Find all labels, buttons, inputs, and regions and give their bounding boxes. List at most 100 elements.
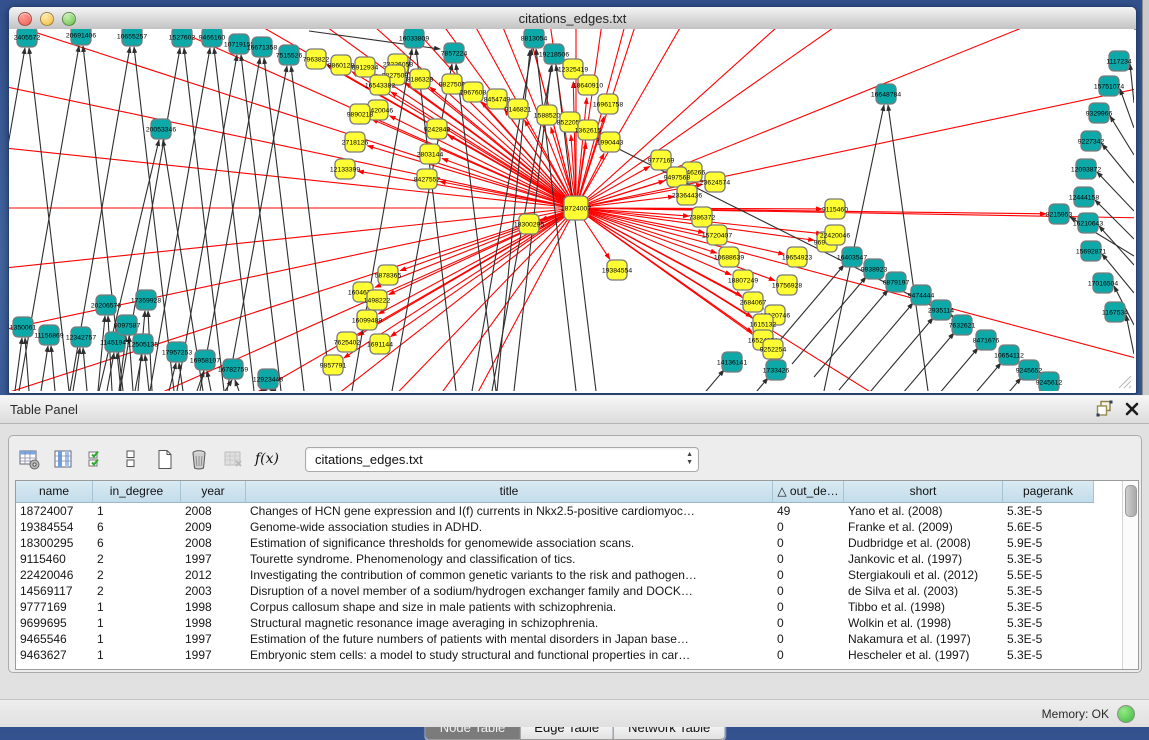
graph-node[interactable]: 1588520	[534, 105, 561, 125]
table-row[interactable]: 2242004622012Investigating the contribut…	[16, 567, 1138, 583]
table-cell[interactable]: Stergiakouli et al. (2012)	[844, 567, 1003, 583]
table-cell[interactable]: Hescheler et al. (1997)	[844, 647, 1003, 663]
table-cell[interactable]: 0	[773, 519, 844, 535]
table-row[interactable]: 977716911998Corpus callosum shape and si…	[16, 599, 1138, 615]
graph-node[interactable]: 8186328	[407, 69, 434, 89]
table-cell[interactable]: Genome-wide association studies in ADHD.	[246, 519, 773, 535]
table-cell[interactable]: 1997	[181, 551, 246, 567]
graph-node[interactable]: 9938923	[861, 259, 888, 279]
graph-node[interactable]: 5878365	[375, 265, 402, 285]
row-height-button[interactable]	[119, 447, 143, 471]
network-canvas[interactable]: 1872400724055722069140610655257152760294…	[9, 29, 1134, 391]
table-cell[interactable]: 0	[773, 535, 844, 551]
graph-node[interactable]: 7632621	[949, 315, 976, 335]
table-cell[interactable]: 5.3E-5	[1003, 647, 1094, 663]
table-cell[interactable]: Estimation of significance thresholds fo…	[246, 535, 773, 551]
table-cell[interactable]: 22420046	[16, 567, 93, 583]
graph-node[interactable]: 17957253	[162, 342, 192, 362]
table-cell[interactable]: 1998	[181, 599, 246, 615]
scrollbar-thumb[interactable]	[1125, 485, 1137, 517]
graph-node[interactable]: 9115460	[822, 199, 848, 219]
graph-node[interactable]: 11156869	[34, 325, 63, 345]
graph-node[interactable]: 2684067	[740, 292, 767, 312]
graph-node[interactable]: 12505135	[128, 334, 158, 354]
table-settings-button[interactable]	[17, 447, 41, 471]
table-cell[interactable]: 2008	[181, 535, 246, 551]
table-cell[interactable]: Estimation of the future numbers of pati…	[246, 631, 773, 647]
graph-node[interactable]: 7963822	[303, 49, 330, 69]
table-cell[interactable]: 18300295	[16, 535, 93, 551]
table-cell[interactable]: 14569117	[16, 583, 93, 599]
table-cell[interactable]: 5.3E-5	[1003, 615, 1094, 631]
graph-node[interactable]: 9890218	[347, 104, 374, 124]
graph-node[interactable]: 17359928	[131, 290, 161, 310]
graph-node[interactable]: 9497568	[664, 167, 691, 187]
table-cell[interactable]: 1998	[181, 615, 246, 631]
column-header[interactable]: year	[181, 481, 246, 502]
graph-node[interactable]: 12342757	[66, 327, 96, 347]
table-cell[interactable]: Yano et al. (2008)	[844, 503, 1003, 519]
graph-node[interactable]: 1167534	[1102, 302, 1128, 322]
delete-table-button[interactable]	[221, 447, 245, 471]
graph-node[interactable]: 10688639	[714, 247, 744, 267]
table-cell[interactable]: 5.9E-5	[1003, 535, 1094, 551]
column-header[interactable]: short	[844, 481, 1003, 502]
table-cell[interactable]: 1997	[181, 631, 246, 647]
table-cell[interactable]: Changes of HCN gene expression and I(f) …	[246, 503, 773, 519]
table-cell[interactable]: 5.6E-5	[1003, 519, 1094, 535]
graph-node[interactable]: 2405572	[14, 29, 41, 47]
table-row[interactable]: 1872400712008Changes of HCN gene express…	[16, 503, 1138, 519]
graph-node[interactable]: 10655257	[117, 29, 147, 46]
graph-node[interactable]: 9245612	[1036, 372, 1063, 391]
graph-node[interactable]: 9097587	[114, 315, 141, 335]
function-builder-button[interactable]: f(x)	[255, 447, 279, 471]
table-cell[interactable]: Nakamura et al. (1997)	[844, 631, 1003, 647]
graph-node[interactable]: 15751074	[1094, 76, 1124, 96]
graph-node[interactable]: 2803144	[417, 144, 444, 164]
table-cell[interactable]: 19384554	[16, 519, 93, 535]
table-cell[interactable]: 2003	[181, 583, 246, 599]
table-row[interactable]: 1938455462009Genome-wide association stu…	[16, 519, 1138, 535]
table-cell[interactable]: 5.3E-5	[1003, 583, 1094, 599]
select-columns-button[interactable]	[85, 447, 109, 471]
close-panel-icon[interactable]	[1125, 402, 1139, 416]
graph-node[interactable]: 19384554	[602, 260, 632, 280]
table-cell[interactable]: 9777169	[16, 599, 93, 615]
graph-node[interactable]: 1498222	[364, 290, 391, 310]
column-header[interactable]: title	[246, 481, 773, 502]
graph-node[interactable]: 16099489	[352, 310, 382, 330]
graph-node[interactable]: 9227342	[1078, 131, 1105, 151]
graph-node[interactable]: 2718126	[342, 132, 369, 152]
graph-node[interactable]: 1350061	[10, 317, 37, 337]
column-header[interactable]: in_degree	[93, 481, 181, 502]
table-cell[interactable]: Investigating the contribution of common…	[246, 567, 773, 583]
graph-node[interactable]: 8860128	[328, 55, 355, 75]
graph-node[interactable]: 9242848	[424, 119, 451, 139]
table-cell[interactable]: 1	[93, 503, 181, 519]
graph-node[interactable]: 9857791	[320, 355, 347, 375]
graph-node[interactable]: 2935114	[928, 300, 954, 320]
table-cell[interactable]: 0	[773, 551, 844, 567]
graph-node[interactable]: 16671358	[247, 37, 277, 57]
graph-node[interactable]: 7625402	[334, 332, 361, 352]
graph-node[interactable]: 9827508	[439, 74, 466, 94]
graph-node[interactable]: 1117234	[1106, 51, 1132, 71]
graph-node[interactable]: 15692871	[1076, 241, 1106, 261]
delete-rows-button[interactable]	[187, 447, 211, 471]
table-cell[interactable]: Dudbridge et al. (2008)	[844, 535, 1003, 551]
table-cell[interactable]: 1	[93, 599, 181, 615]
table-cell[interactable]: 0	[773, 631, 844, 647]
table-cell[interactable]: 18724007	[16, 503, 93, 519]
graph-node[interactable]: 16210643	[1073, 213, 1103, 233]
table-cell[interactable]: 5.3E-5	[1003, 631, 1094, 647]
graph-node[interactable]: 6879197	[883, 272, 910, 292]
graph-node[interactable]: 16961758	[593, 94, 623, 114]
show-columns-button[interactable]	[51, 447, 75, 471]
table-cell[interactable]: 0	[773, 647, 844, 663]
table-row[interactable]: 969969511998Structural magnetic resonanc…	[16, 615, 1138, 631]
float-panel-icon[interactable]	[1096, 400, 1113, 417]
table-cell[interactable]: 1997	[181, 647, 246, 663]
graph-node[interactable]: 9329966	[1086, 103, 1113, 123]
table-cell[interactable]: 5.3E-5	[1003, 551, 1094, 567]
graph-node[interactable]: 7515526	[276, 45, 303, 65]
